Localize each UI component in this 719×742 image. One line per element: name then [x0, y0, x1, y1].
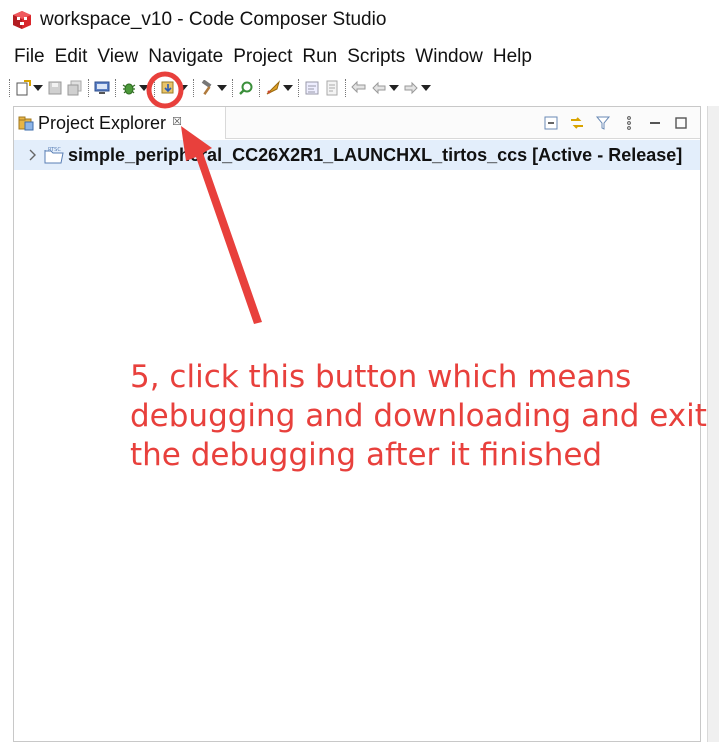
toolbar-separator [115, 79, 116, 97]
window-title: workspace_v10 - Code Composer Studio [40, 9, 387, 30]
main-toolbar [0, 73, 719, 103]
monitor-icon [94, 81, 110, 94]
menu-navigate[interactable]: Navigate [148, 46, 223, 68]
new-file-icon [16, 80, 31, 96]
project-name: simple_peripheral_CC26X2R1_LAUNCHXL_tirt… [68, 144, 683, 165]
view-toolbar [534, 114, 690, 132]
toolbar-separator [193, 79, 194, 97]
save-button[interactable] [46, 79, 64, 97]
toolbar-separator [232, 79, 233, 97]
maximize-icon [675, 117, 687, 129]
svg-text:RTSC: RTSC [48, 147, 61, 153]
flash-icon [266, 80, 281, 95]
chevron-right-icon [29, 149, 36, 161]
load-program-button[interactable] [159, 79, 177, 97]
menu-edit[interactable]: Edit [55, 46, 88, 68]
search-button[interactable] [237, 79, 255, 97]
filter-button[interactable] [594, 114, 612, 132]
build-dropdown-button[interactable] [217, 79, 227, 97]
chevron-down-icon [139, 85, 149, 91]
maximize-button[interactable] [672, 114, 690, 132]
debug-button[interactable] [120, 79, 138, 97]
collapse-all-button[interactable] [542, 114, 560, 132]
chevron-down-icon [389, 85, 399, 91]
chevron-down-icon [33, 85, 43, 91]
menu-run[interactable]: Run [302, 46, 337, 68]
menu-view[interactable]: View [97, 46, 138, 68]
annotation-text: 5, click this button which means debuggi… [130, 359, 707, 473]
save-all-icon [67, 80, 82, 96]
menu-file[interactable]: File [14, 46, 45, 68]
view-menu-button[interactable] [620, 114, 638, 132]
link-icon [571, 117, 583, 129]
debug-bug-icon [122, 83, 136, 95]
collapse-all-icon [544, 116, 558, 130]
link-with-editor-button[interactable] [568, 114, 586, 132]
close-icon[interactable]: ☒ [172, 115, 182, 128]
expand-chevron-icon[interactable] [26, 148, 40, 162]
save-icon [48, 81, 62, 95]
menu-bar: File Edit View Navigate Project Run Scri… [0, 42, 719, 72]
filter-icon [595, 116, 611, 130]
load-program-icon [161, 81, 174, 94]
tab-label: Project Explorer [38, 112, 167, 133]
menu-help[interactable]: Help [493, 46, 532, 68]
minimize-icon [650, 122, 660, 124]
hammer-icon [201, 80, 212, 95]
arrow-right-icon [404, 81, 418, 95]
build-button[interactable] [198, 79, 216, 97]
editor-toggle-button[interactable] [303, 79, 321, 97]
toolbar-separator [298, 79, 299, 97]
code-composer-logo-icon [13, 11, 31, 29]
toolbar-separator [259, 79, 260, 97]
show-whitespace-button[interactable] [323, 79, 341, 97]
chevron-down-icon [283, 85, 293, 91]
tree-row-project[interactable]: RTSC simple_peripheral_CC26X2R1_LAUNCHXL… [14, 140, 700, 170]
flash-dropdown-button[interactable] [283, 79, 293, 97]
load-dropdown-button[interactable] [178, 79, 188, 97]
minimize-button[interactable] [646, 114, 664, 132]
back-button[interactable] [370, 79, 388, 97]
panel-tab-bar: Project Explorer ☒ [14, 107, 700, 139]
flash-button[interactable] [264, 79, 282, 97]
new-dropdown-button[interactable] [33, 79, 43, 97]
toolbar-separator [88, 79, 89, 97]
chevron-down-icon [178, 85, 188, 91]
back-dropdown-button[interactable] [389, 79, 399, 97]
project-explorer-icon [18, 116, 34, 131]
last-edit-button[interactable] [350, 79, 368, 97]
toolbar-separator [345, 79, 346, 97]
save-all-button[interactable] [66, 79, 84, 97]
chevron-down-icon [217, 85, 227, 91]
more-vertical-icon [627, 116, 631, 130]
editor-icon [305, 81, 319, 95]
chevron-down-icon [421, 85, 431, 91]
last-edit-icon [351, 80, 366, 94]
debug-dropdown-button[interactable] [139, 79, 149, 97]
menu-scripts[interactable]: Scripts [347, 46, 405, 68]
tab-project-explorer[interactable]: Project Explorer ☒ [14, 107, 226, 139]
title-bar: workspace_v10 - Code Composer Studio [0, 0, 719, 42]
forward-button[interactable] [402, 79, 420, 97]
menu-project[interactable]: Project [233, 46, 292, 68]
ccs-project-icon: RTSC [44, 147, 64, 164]
menu-window[interactable]: Window [415, 46, 483, 68]
build-target-button[interactable] [93, 79, 111, 97]
toolbar-separator [9, 79, 10, 97]
forward-dropdown-button[interactable] [421, 79, 431, 97]
document-icon [326, 80, 338, 96]
search-icon [239, 81, 253, 95]
new-button[interactable] [14, 79, 32, 97]
arrow-left-icon [372, 81, 386, 95]
toolbar-separator [154, 79, 155, 97]
